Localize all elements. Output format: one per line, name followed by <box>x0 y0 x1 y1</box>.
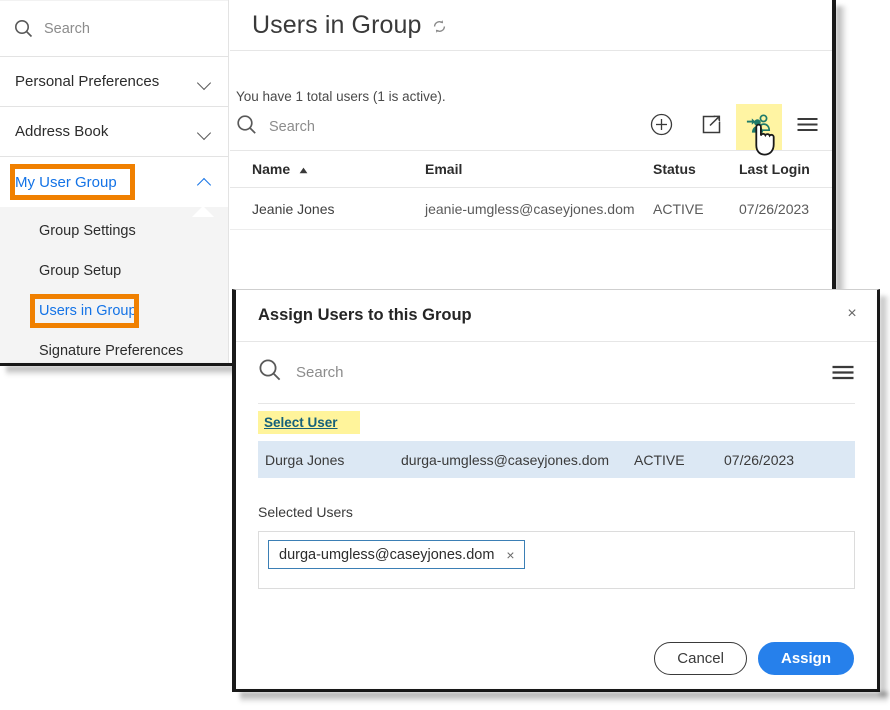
table-header-row: Name Email Status Last Login <box>230 150 832 188</box>
screenshot-root: Search Personal Preferences Address Book… <box>0 0 890 710</box>
sidebar-item-label: Group Settings <box>39 223 136 239</box>
sidebar-search-placeholder: Search <box>44 20 90 37</box>
chevron-down-icon[interactable] <box>198 75 212 89</box>
cell-last-login: 07/26/2023 <box>724 451 795 468</box>
hamburger-icon <box>796 116 819 138</box>
sidebar-item-label: My User Group <box>15 173 117 191</box>
assign-users-to-group-icon <box>746 113 773 142</box>
selected-users-field[interactable]: durga-umgless@caseyjones.dom × <box>258 531 855 589</box>
select-user-link[interactable]: Select User <box>258 411 360 434</box>
dialog-drop-shadow-right <box>880 296 890 696</box>
table-search-placeholder: Search <box>269 119 315 135</box>
sidebar-item-group-settings[interactable]: Group Settings <box>0 211 228 251</box>
sidebar-item-users-in-group[interactable]: Users in Group <box>0 291 228 331</box>
select-user-label: Select User <box>264 415 338 430</box>
chevron-down-icon[interactable] <box>198 125 212 139</box>
sidebar-item-address-book[interactable]: Address Book <box>0 107 228 157</box>
sidebar-item-label: Signature Preferences <box>39 343 184 359</box>
refresh-icon[interactable] <box>431 18 448 35</box>
sidebar-search[interactable]: Search <box>0 0 228 57</box>
users-table: Name Email Status Last Login Jeanie Jone… <box>230 150 832 230</box>
remove-chip-icon[interactable]: × <box>506 547 514 563</box>
cell-name: Jeanie Jones <box>252 200 335 217</box>
cell-status: ACTIVE <box>653 200 704 217</box>
assign-users-dialog: Assign Users to this Group × Search Sele… <box>232 289 880 692</box>
page-title: Users in Group <box>252 10 422 39</box>
hamburger-icon[interactable] <box>831 364 855 386</box>
cell-name: Durga Jones <box>265 451 345 468</box>
list-options-button[interactable] <box>782 104 832 150</box>
search-icon <box>258 358 282 387</box>
page-header: Users in Group <box>230 0 832 51</box>
dialog-title: Assign Users to this Group <box>258 306 472 324</box>
sort-ascending-triangle-icon <box>299 161 308 177</box>
dialog-body: Search Select User Durga Jones durga-umg… <box>236 342 877 589</box>
sidebar-submenu: Group Settings Group Setup Users in Grou… <box>0 206 228 366</box>
dialog-search-placeholder[interactable]: Search <box>296 364 344 381</box>
column-header-name[interactable]: Name <box>230 161 425 177</box>
column-header-email[interactable]: Email <box>425 161 653 177</box>
search-icon <box>14 19 33 38</box>
sidebar-item-group-setup[interactable]: Group Setup <box>0 251 228 291</box>
close-icon[interactable]: × <box>842 304 862 324</box>
table-row[interactable]: Jeanie Jones jeanie-umgless@caseyjones.d… <box>230 188 832 230</box>
dialog-header: Assign Users to this Group × <box>236 290 877 342</box>
sidebar-item-label: Personal Preferences <box>15 73 160 90</box>
search-icon <box>236 114 257 140</box>
sidebar-item-my-user-group[interactable]: My User Group <box>0 157 228 207</box>
cancel-button[interactable]: Cancel <box>654 642 747 675</box>
select-user-row: Select User <box>258 404 855 434</box>
sidebar-item-label: Group Setup <box>39 263 122 279</box>
plus-circle-icon <box>650 113 673 141</box>
cell-last-login: 07/26/2023 <box>739 200 810 217</box>
selected-users-label: Selected Users <box>258 504 353 520</box>
column-header-status[interactable]: Status <box>653 161 739 177</box>
table-toolbar: Search <box>230 104 832 156</box>
cell-status: ACTIVE <box>634 451 685 468</box>
sidebar-item-signature-preferences[interactable]: Signature Preferences <box>0 331 228 366</box>
sidebar-item-label: Users in Group <box>39 303 137 319</box>
dialog-footer: Cancel Assign <box>236 642 877 675</box>
export-button[interactable] <box>686 104 736 150</box>
cell-email: jeanie-umgless@caseyjones.dom <box>425 200 635 217</box>
column-header-last-login[interactable]: Last Login <box>739 161 829 177</box>
dialog-result-row[interactable]: Durga Jones durga-umgless@caseyjones.dom… <box>258 441 855 478</box>
table-search[interactable]: Search <box>236 114 315 140</box>
assign-button[interactable]: Assign <box>757 642 854 675</box>
dialog-search-row: Search <box>258 342 855 404</box>
chevron-up-icon[interactable] <box>198 175 212 189</box>
dialog-drop-shadow <box>240 692 888 703</box>
column-header-label: Name <box>252 161 291 177</box>
sidebar: Search Personal Preferences Address Book… <box>0 0 229 366</box>
sidebar-item-label: Address Book <box>15 123 109 140</box>
sidebar-item-personal-preferences[interactable]: Personal Preferences <box>0 57 228 107</box>
add-user-button[interactable] <box>636 104 686 150</box>
user-count-text: You have 1 total users (1 is active). <box>236 89 446 104</box>
toolbar-icon-group <box>636 104 832 156</box>
selected-user-chip[interactable]: durga-umgless@caseyjones.dom × <box>268 540 525 569</box>
cell-email: durga-umgless@caseyjones.dom <box>401 451 609 468</box>
assign-users-to-group-button[interactable] <box>736 104 782 156</box>
export-icon <box>700 113 723 141</box>
chip-label: durga-umgless@caseyjones.dom <box>279 546 495 563</box>
